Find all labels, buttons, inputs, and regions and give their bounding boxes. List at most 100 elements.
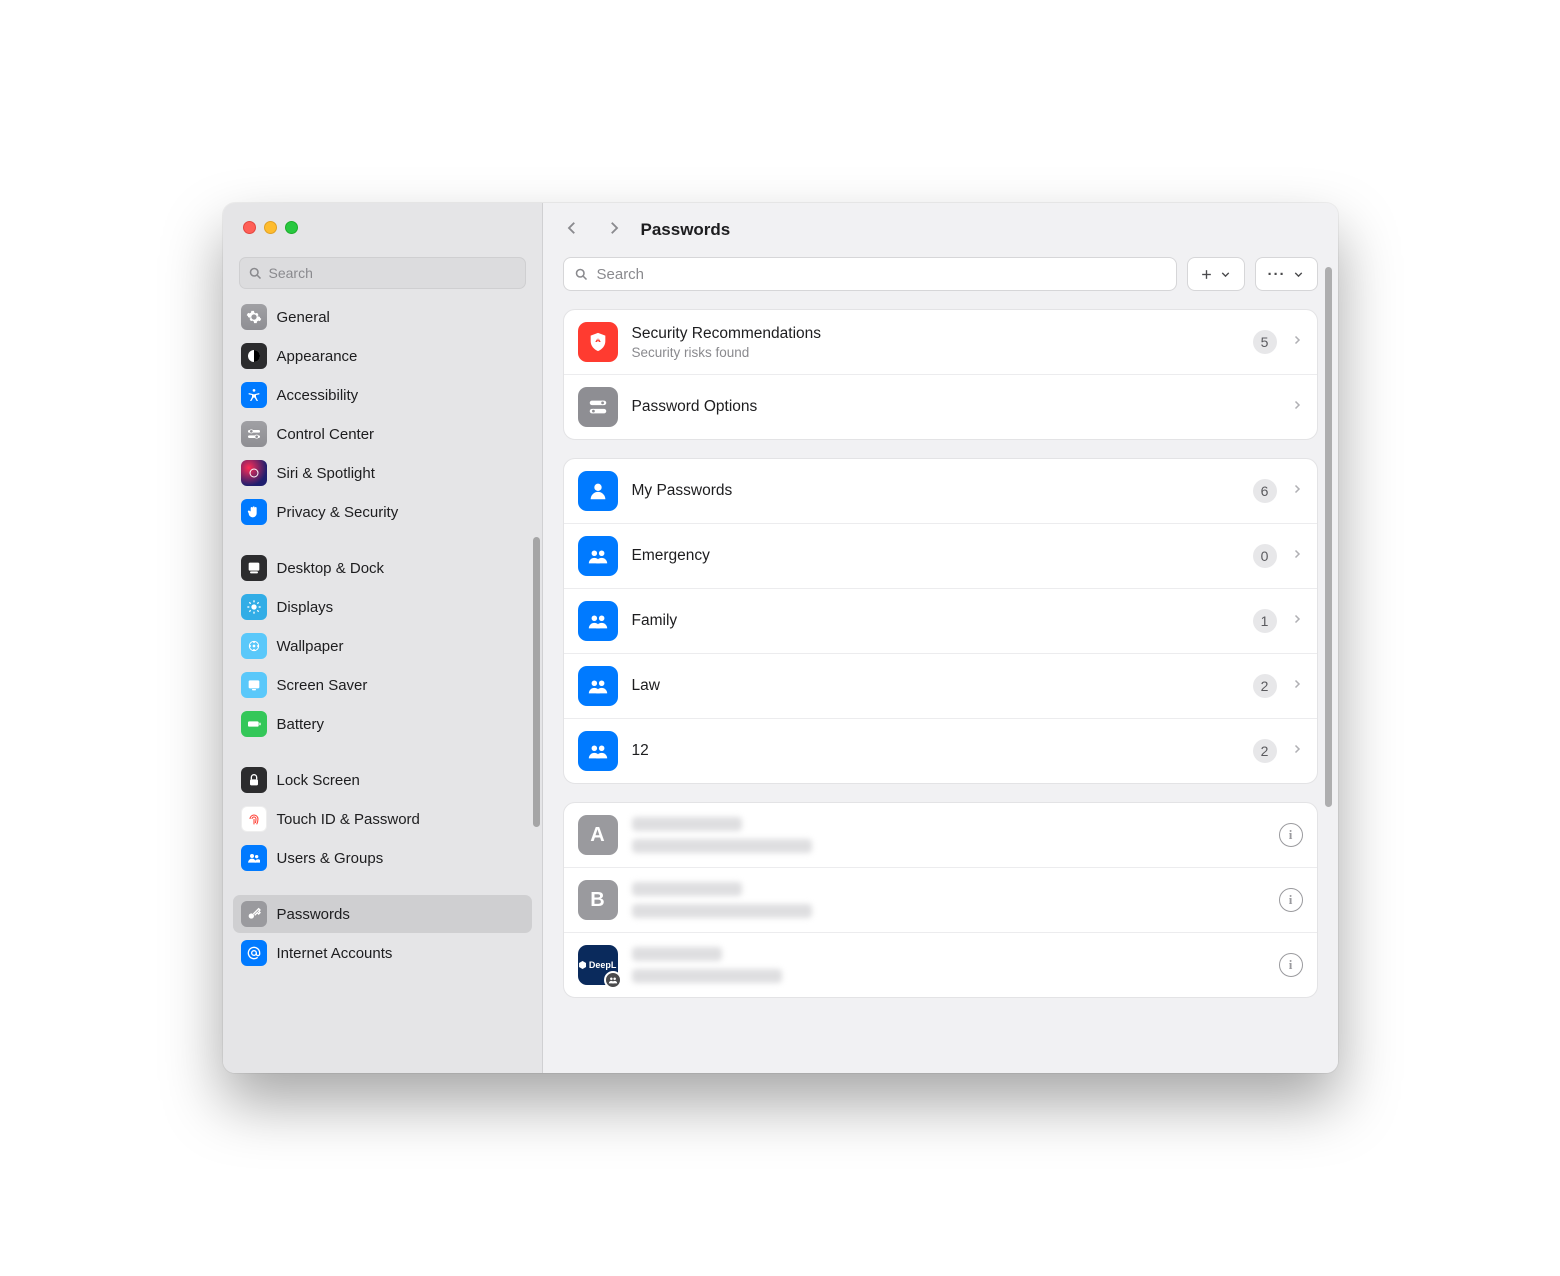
password-entry-row[interactable]: A i — [564, 803, 1317, 867]
info-button[interactable]: i — [1279, 888, 1303, 912]
sidebar-item-appearance[interactable]: Appearance — [233, 337, 532, 375]
info-button[interactable]: i — [1279, 823, 1303, 847]
at-icon — [241, 940, 267, 966]
groups-card: My Passwords 6 Emergency 0 Family 1 — [563, 458, 1318, 784]
shield-warning-icon: ! — [578, 322, 618, 362]
group-row-my-passwords[interactable]: My Passwords 6 — [564, 459, 1317, 523]
key-icon — [241, 901, 267, 927]
password-options-row[interactable]: Password Options — [564, 374, 1317, 439]
chevron-right-icon — [1291, 333, 1303, 351]
entry-subtitle-redacted — [632, 904, 812, 918]
site-avatar: ⬢ DeepL — [578, 945, 618, 985]
sidebar-item-displays[interactable]: Displays — [233, 588, 532, 626]
info-button[interactable]: i — [1279, 953, 1303, 977]
gear-icon — [241, 304, 267, 330]
window-controls — [223, 203, 542, 253]
sidebar-item-label: Appearance — [277, 348, 358, 365]
password-entry-row[interactable]: B i — [564, 867, 1317, 932]
group-count-badge: 0 — [1253, 544, 1277, 568]
lock-icon — [241, 767, 267, 793]
deepl-icon: ⬢ DeepL — [579, 960, 617, 971]
group-row-emergency[interactable]: Emergency 0 — [564, 523, 1317, 588]
sidebar-item-internet-accounts[interactable]: Internet Accounts — [233, 934, 532, 972]
sidebar-item-label: Wallpaper — [277, 638, 344, 655]
appearance-icon — [241, 343, 267, 369]
sidebar-item-siri[interactable]: Siri & Spotlight — [233, 454, 532, 492]
plus-icon — [1200, 268, 1213, 281]
close-window-button[interactable] — [243, 221, 256, 234]
password-entry-row[interactable]: ⬢ DeepL i — [564, 932, 1317, 997]
group-count-badge: 2 — [1253, 674, 1277, 698]
passwords-list-card: A i B i — [563, 802, 1318, 998]
sidebar-item-label: Users & Groups — [277, 850, 384, 867]
sidebar-item-accessibility[interactable]: Accessibility — [233, 376, 532, 414]
password-options-label: Password Options — [632, 398, 1277, 416]
content-pane: Passwords Search ··· — [543, 203, 1338, 1073]
sidebar-item-privacy[interactable]: Privacy & Security — [233, 493, 532, 531]
sidebar-item-label: Siri & Spotlight — [277, 465, 375, 482]
sidebar-scrollbar[interactable] — [533, 537, 540, 827]
svg-text:!: ! — [596, 335, 599, 344]
site-avatar: B — [578, 880, 618, 920]
page-title: Passwords — [641, 220, 731, 240]
battery-icon — [241, 711, 267, 737]
sidebar-item-desktop-dock[interactable]: Desktop & Dock — [233, 549, 532, 587]
chevron-right-icon — [1291, 677, 1303, 695]
sidebar-item-touchid[interactable]: Touch ID & Password — [233, 800, 532, 838]
users-icon — [241, 845, 267, 871]
search-icon — [574, 267, 589, 282]
sidebar-item-label: Accessibility — [277, 387, 359, 404]
sidebar-item-label: General — [277, 309, 330, 326]
chevron-down-icon — [1219, 268, 1232, 281]
screensaver-icon — [241, 672, 267, 698]
sidebar-item-label: Touch ID & Password — [277, 811, 420, 828]
group-label: Law — [632, 677, 1239, 695]
security-title: Security Recommendations — [632, 325, 1239, 343]
sidebar-item-lock-screen[interactable]: Lock Screen — [233, 761, 532, 799]
more-actions-button[interactable]: ··· — [1255, 257, 1318, 291]
chevron-right-icon — [1291, 547, 1303, 565]
nav-forward-button[interactable] — [605, 219, 623, 242]
fingerprint-icon — [241, 806, 267, 832]
sidebar-item-label: Privacy & Security — [277, 504, 399, 521]
nav-back-button[interactable] — [563, 219, 581, 242]
sidebar-item-battery[interactable]: Battery — [233, 705, 532, 743]
sidebar-item-passwords[interactable]: Passwords — [233, 895, 532, 933]
sidebar-item-label: Control Center — [277, 426, 375, 443]
passwords-search-input[interactable]: Search — [563, 257, 1177, 291]
group-row-law[interactable]: Law 2 — [564, 653, 1317, 718]
siri-icon — [241, 460, 267, 486]
wallpaper-icon — [241, 633, 267, 659]
shared-indicator-icon — [604, 971, 622, 989]
sidebar-search-input[interactable]: Search — [239, 257, 526, 289]
entry-title-redacted — [632, 947, 722, 961]
sidebar-item-label: Internet Accounts — [277, 945, 393, 962]
entry-title-redacted — [632, 882, 742, 896]
group-row-family[interactable]: Family 1 — [564, 588, 1317, 653]
security-count-badge: 5 — [1253, 330, 1277, 354]
content-scrollbar[interactable] — [1325, 267, 1332, 807]
sidebar-item-control-center[interactable]: Control Center — [233, 415, 532, 453]
sidebar-item-label: Passwords — [277, 906, 350, 923]
settings-card: ! Security Recommendations Security risk… — [563, 309, 1318, 440]
fullscreen-window-button[interactable] — [285, 221, 298, 234]
hand-icon — [241, 499, 267, 525]
chevron-down-icon — [1292, 268, 1305, 281]
add-password-button[interactable] — [1187, 257, 1245, 291]
sidebar-item-general[interactable]: General — [233, 298, 532, 336]
sidebar-item-label: Screen Saver — [277, 677, 368, 694]
system-settings-window: Search General Appearance Accessibility … — [223, 203, 1338, 1073]
minimize-window-button[interactable] — [264, 221, 277, 234]
displays-icon — [241, 594, 267, 620]
sidebar-item-users-groups[interactable]: Users & Groups — [233, 839, 532, 877]
group-label: 12 — [632, 742, 1239, 760]
group-label: Family — [632, 612, 1239, 630]
security-recommendations-row[interactable]: ! Security Recommendations Security risk… — [564, 310, 1317, 374]
toolbar: Passwords — [543, 203, 1338, 257]
sidebar-item-label: Desktop & Dock — [277, 560, 385, 577]
sidebar-item-wallpaper[interactable]: Wallpaper — [233, 627, 532, 665]
group-row-12[interactable]: 12 2 — [564, 718, 1317, 783]
sidebar-item-screensaver[interactable]: Screen Saver — [233, 666, 532, 704]
sidebar-list: General Appearance Accessibility Control… — [223, 297, 542, 1073]
people-icon — [578, 536, 618, 576]
